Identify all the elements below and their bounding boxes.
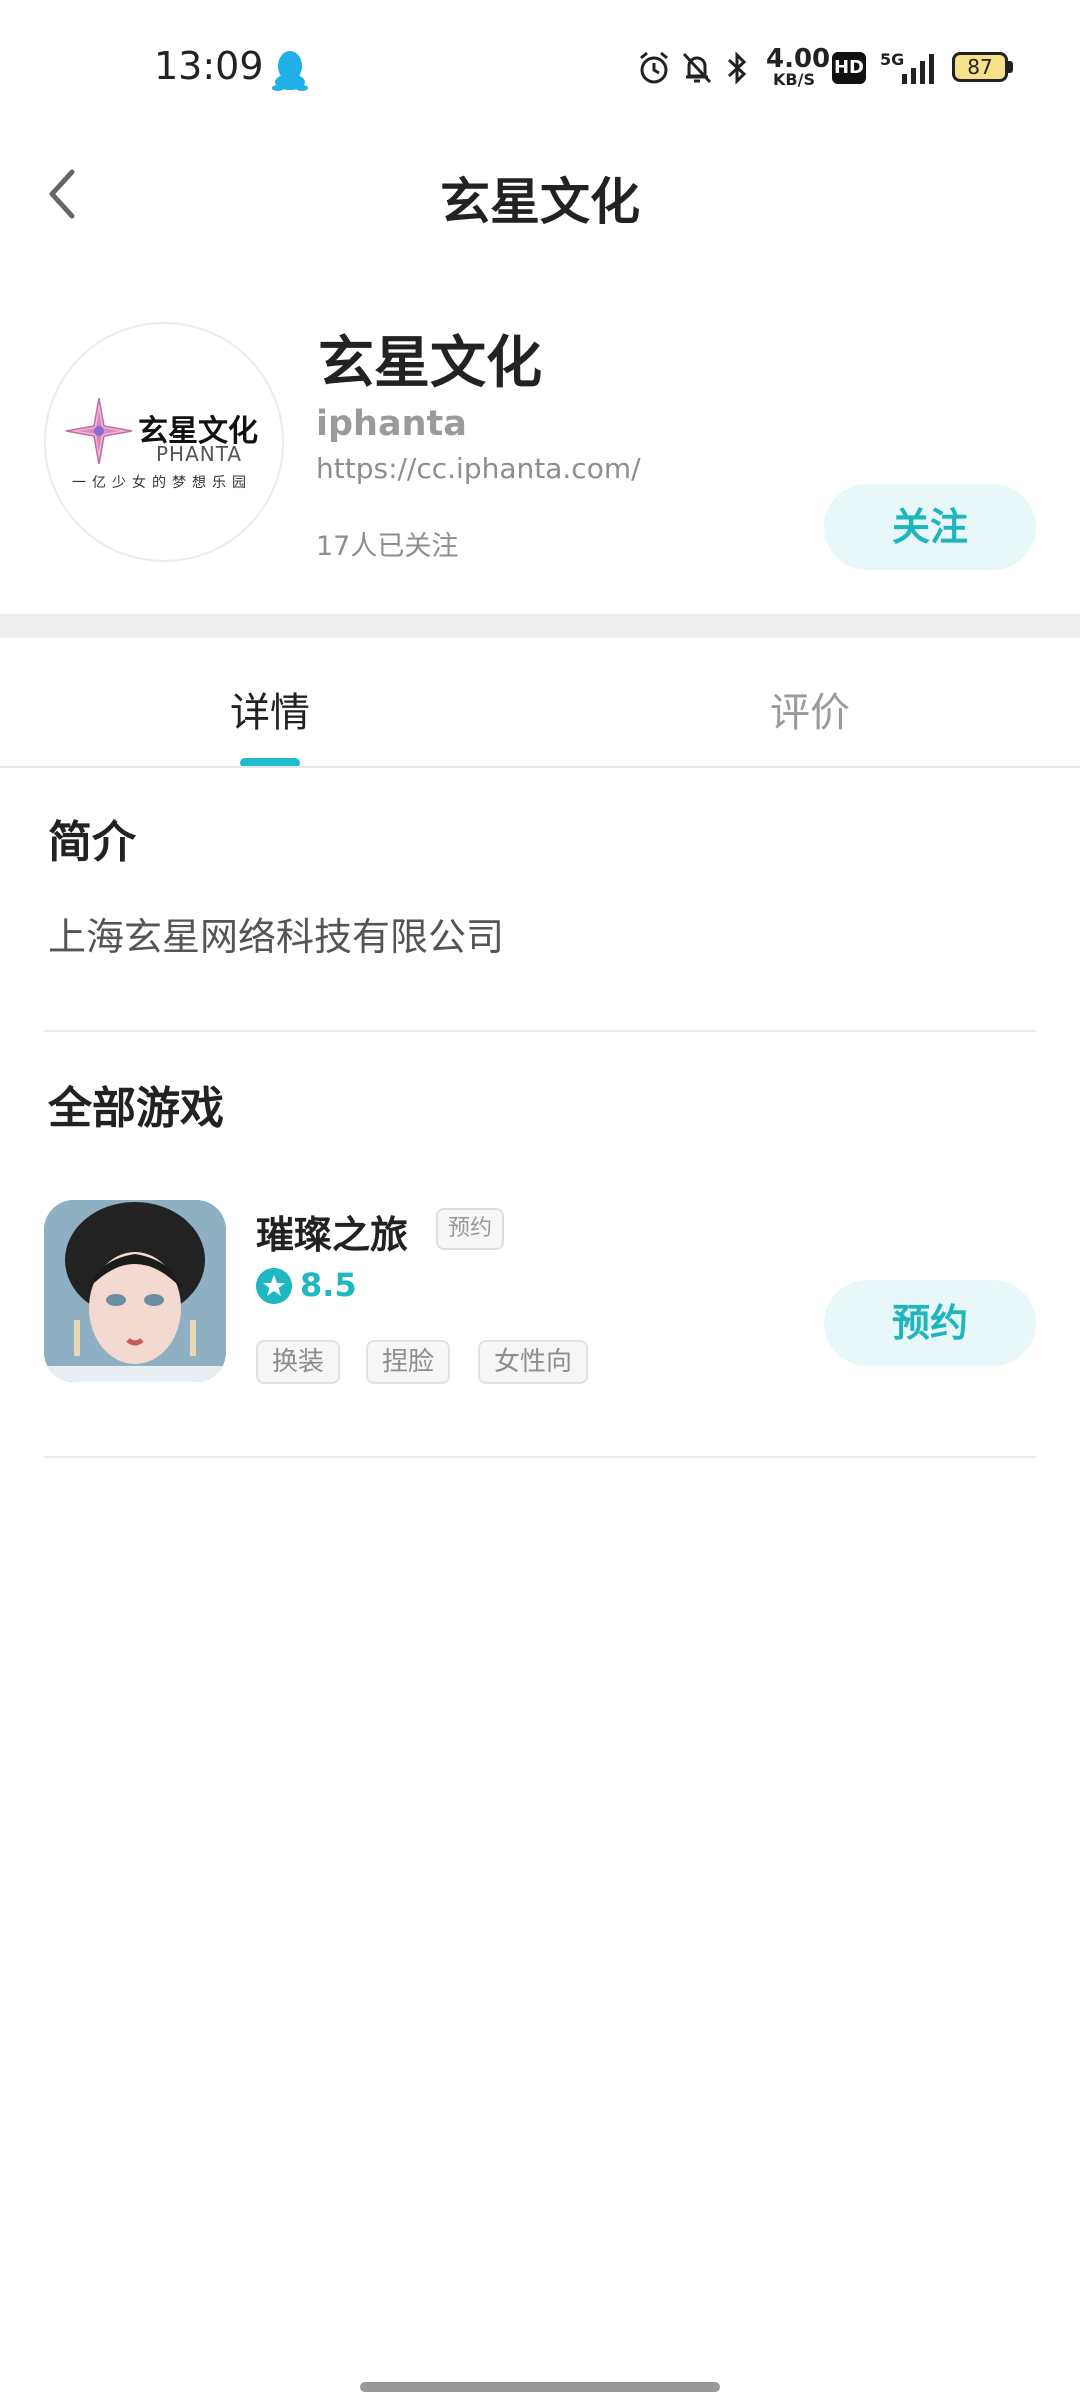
page-title: 玄星文化 [440, 172, 640, 231]
signal-icon [902, 54, 934, 84]
game-rating-value: 8.5 [300, 1266, 357, 1304]
hd-badge: HD [832, 52, 866, 84]
tab-details[interactable]: 详情 [0, 680, 540, 738]
game-name[interactable]: 璀璨之旅 [256, 1204, 408, 1259]
reserve-button[interactable]: 预约 [824, 1280, 1036, 1366]
status-bar: 13:09 4.00 KB/S HD 5G 87 [0, 0, 1080, 130]
bell-off-icon [682, 52, 712, 84]
net-speed-value: 4.00 [766, 44, 831, 74]
logo-slogan: 一亿少女的梦想乐园 [72, 475, 252, 491]
home-indicator[interactable] [360, 2382, 720, 2392]
follow-button[interactable]: 关注 [824, 484, 1036, 570]
tab-reviews[interactable]: 评价 [540, 680, 1080, 738]
bluetooth-icon [727, 51, 747, 85]
game-portrait-icon [44, 1200, 226, 1382]
alarm-icon [640, 51, 668, 84]
company-logo: 玄星文化 PHANTA 一亿少女的梦想乐园 [44, 322, 284, 562]
intro-title: 简介 [48, 817, 136, 868]
game-tag[interactable]: 女性向 [478, 1340, 589, 1384]
follower-count: 17人已关注 [316, 531, 459, 562]
divider [44, 1030, 1036, 1032]
compass-star-icon [65, 397, 133, 465]
star-rating-icon [256, 1268, 292, 1304]
game-tag[interactable]: 捏脸 [366, 1340, 451, 1384]
game-tag[interactable]: 换装 [256, 1340, 341, 1384]
net-speed: 4.00 KB/S [766, 44, 831, 89]
battery-icon: 87 [952, 52, 1008, 82]
tab-divider [0, 766, 1080, 768]
logo-name-en: PHANTA [156, 442, 243, 466]
qq-penguin-icon [272, 51, 308, 91]
games-section-title: 全部游戏 [48, 1083, 224, 1134]
intro-text: 上海玄星网络科技有限公司 [48, 915, 505, 959]
game-status-badge: 预约 [436, 1208, 505, 1250]
company-name: 玄星文化 [318, 330, 542, 396]
status-time: 13:09 [154, 44, 264, 88]
battery-tip [1008, 61, 1013, 73]
company-url-link[interactable]: https://cc.iphanta.com/ [316, 452, 641, 485]
divider [44, 1456, 1036, 1458]
game-icon[interactable] [44, 1200, 226, 1382]
net-speed-unit: KB/S [773, 70, 815, 89]
company-subtitle: iphanta [316, 404, 467, 444]
section-separator [0, 614, 1080, 638]
